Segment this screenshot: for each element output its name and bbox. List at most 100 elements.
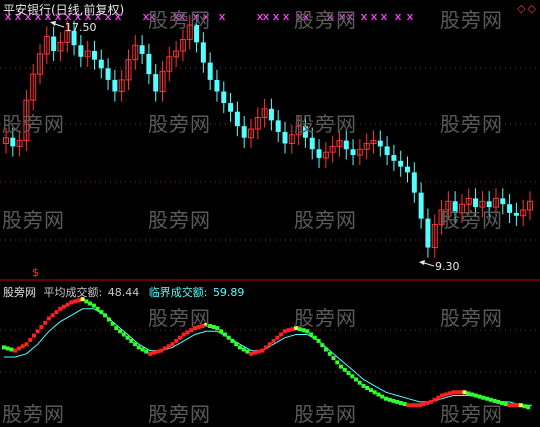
fall-dot [470,392,475,397]
fall-dot [121,332,126,337]
rise-dot [406,403,411,408]
rise-dot [46,316,51,321]
fall-dot [462,390,467,395]
fall-dot [110,321,115,326]
fall-dot [361,383,366,388]
rise-dot [151,350,156,355]
fall-dot [215,326,220,331]
candle-down [241,126,247,138]
fall-dot [114,326,119,331]
rise-dot [267,342,272,347]
fall-dot [125,335,130,340]
avg-turnover-label: 平均成交额: [43,286,103,299]
fall-dot [230,338,235,343]
chart-title: 平安银行(日线,前复权) [3,3,125,17]
rise-dot [73,299,78,304]
rise-dot [61,304,66,309]
fall-dot [522,404,527,409]
candle-down [513,212,519,216]
fall-dot [219,329,224,334]
candle-down [343,140,349,150]
candle-down [153,74,159,92]
rise-dot [515,403,519,408]
candle-down [316,149,322,158]
fall-dot [391,398,396,403]
rise-dot [50,313,55,318]
fall-dot [241,347,246,352]
fall-dot [365,386,370,390]
fall-dot [140,347,145,352]
fall-dot [312,335,317,340]
watermark: 股旁网 [148,208,211,232]
diamond-icon[interactable]: ◇◇ [517,2,538,15]
fall-dot [234,342,239,347]
rise-dot [252,350,257,355]
watermark: 股旁网 [440,112,503,136]
rise-dot [507,403,512,408]
fall-dot [103,313,108,318]
dollar-marker: $ [32,266,39,279]
candle-down [234,111,240,127]
watermark: 股旁网 [440,208,503,232]
fall-dot [402,402,407,407]
fall-dot [331,356,336,361]
rise-dot [428,399,433,404]
candle-down [221,91,227,104]
fall-dot [387,397,392,402]
fall-dot [2,345,6,350]
candle-down [275,120,281,132]
candle-down [10,137,16,147]
rise-dot [260,348,265,353]
low-price-label: 9.30 [435,260,460,273]
fall-dot [380,394,385,399]
candle-down [91,51,97,60]
fall-dot [466,391,471,396]
rise-dot [410,403,415,408]
indicator-brand: 股旁网 [3,286,36,299]
fall-dot [136,345,141,350]
fall-dot [226,335,231,340]
fall-dot [339,364,343,369]
candle-down [112,79,118,92]
fall-dot [473,393,478,398]
fall-dot [342,367,347,372]
fall-dot [346,371,351,376]
rise-dot [32,333,36,338]
fall-dot [335,360,340,365]
rise-dot [440,393,445,398]
rise-dot [170,342,175,347]
rise-dot [24,342,29,347]
candle-down [384,146,390,156]
candle-down [139,45,145,54]
fall-dot [372,390,377,395]
candle-down [51,36,57,52]
watermark: 股旁网 [148,8,211,32]
watermark: 股旁网 [2,208,65,232]
fall-dot [129,338,134,343]
fall-dot [84,299,89,304]
watermark: 股旁网 [148,402,211,426]
watermark: 股旁网 [440,402,503,426]
fall-dot [327,351,332,356]
watermark: 股旁网 [294,208,357,232]
rise-dot [65,302,70,307]
rise-dot [58,306,63,311]
candle-down [98,59,104,69]
watermark: 股旁网 [294,402,357,426]
rise-dot [28,337,33,342]
rise-dot [39,325,44,329]
fall-dot [376,392,381,397]
candle-down [377,140,383,147]
candle-down [507,204,513,213]
candle-down [309,137,315,150]
candle-down [405,166,411,173]
candle-down [105,68,111,80]
rise-dot [178,335,182,340]
fall-dot [144,349,149,354]
rise-dot [148,351,152,356]
candle-down [78,45,84,57]
low-arrowhead [419,260,425,265]
rise-dot [166,344,171,349]
rise-dot [271,338,276,343]
fall-dot [354,377,358,382]
